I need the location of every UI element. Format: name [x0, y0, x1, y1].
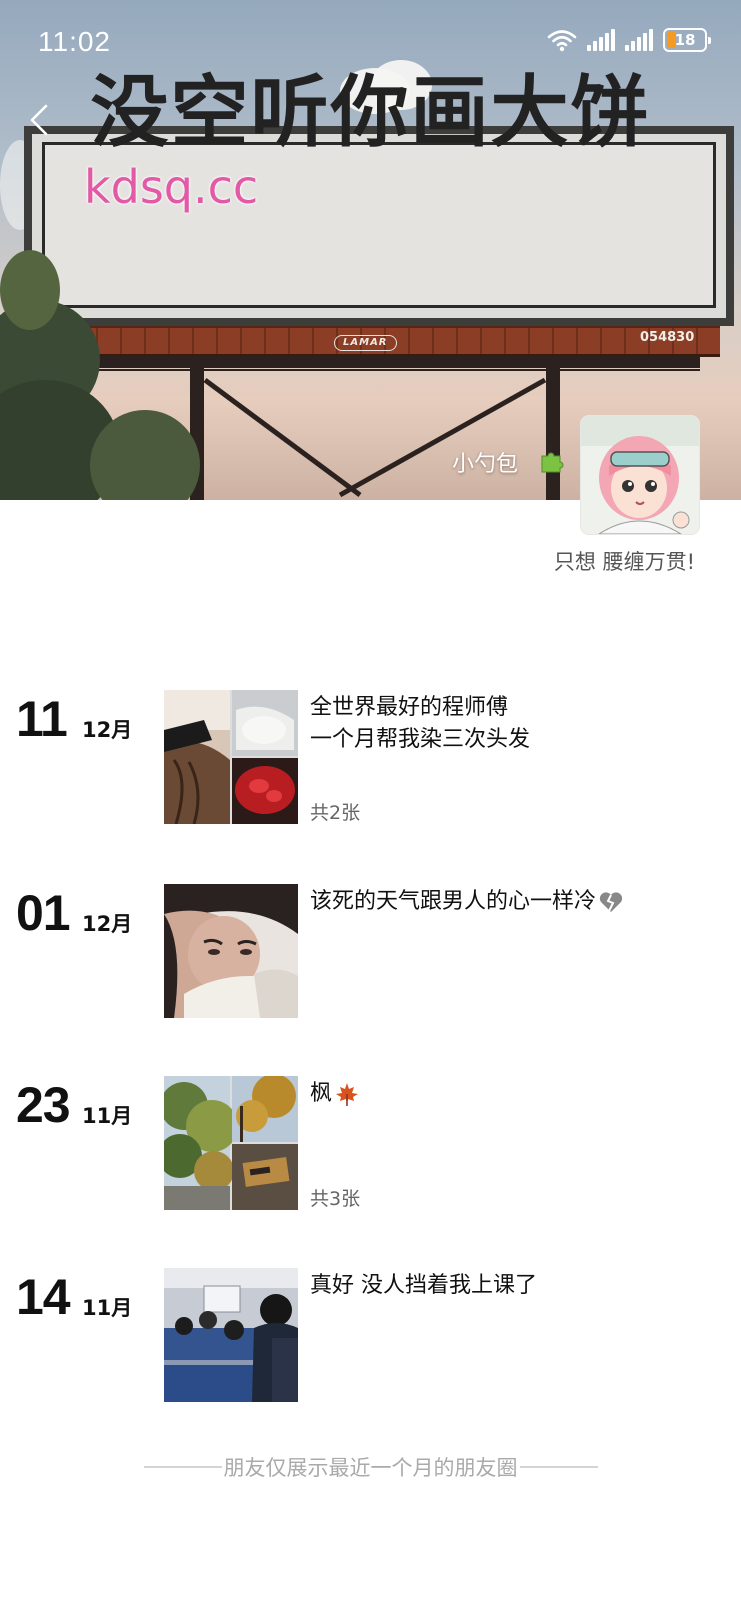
watermark: kdsq.cc	[84, 160, 259, 214]
battery-icon: 18	[663, 28, 711, 52]
status-bar: 11:02 18	[0, 0, 741, 84]
post-day: 14	[16, 1269, 71, 1325]
wifi-icon	[547, 30, 577, 52]
post-text: 枫	[310, 1078, 710, 1110]
profile-nickname: 小勺包	[452, 452, 519, 477]
profile-signature: 只想 腰缠万贯!	[553, 550, 695, 574]
post-day: 01	[16, 885, 71, 941]
status-time: 11:02	[38, 26, 111, 57]
divider	[143, 1466, 222, 1468]
status-icons: 18	[547, 28, 711, 52]
feed-footer-notice: 朋友仅展示最近一个月的朋友圈	[223, 1456, 518, 1480]
photo-collage	[164, 1076, 298, 1210]
post-day: 11	[16, 691, 68, 747]
post-text-content: 枫	[310, 1081, 333, 1106]
signal-icon	[587, 29, 615, 51]
puzzle-icon	[541, 452, 564, 473]
post-thumbnail[interactable]	[164, 1076, 298, 1210]
maple-leaf-icon	[336, 1083, 359, 1106]
broken-heart-icon	[599, 892, 623, 912]
post-text: 全世界最好的程师傅 一个月帮我染三次头发	[310, 695, 531, 752]
post-day: 23	[16, 1077, 71, 1133]
billboard-brand: LAMAR	[334, 335, 397, 351]
post-month: 12月	[82, 718, 133, 742]
post-thumbnail[interactable]	[164, 884, 298, 1018]
post-photo-count: 共2张	[310, 802, 361, 824]
billboard-serial: 054830	[640, 330, 695, 345]
signal-icon	[625, 29, 653, 51]
battery-level: 18	[674, 31, 696, 49]
post-month: 11月	[82, 1296, 133, 1320]
feed-footer: 朋友仅展示最近一个月的朋友圈	[0, 1452, 741, 1482]
tree	[0, 250, 60, 330]
avatar[interactable]	[581, 416, 699, 534]
photo-collage	[164, 690, 298, 824]
post-text: 该死的天气跟男人的心一样冷	[310, 886, 710, 918]
post-thumbnail[interactable]	[164, 1268, 298, 1402]
post-text: 真好 没人挡着我上课了	[310, 1273, 537, 1298]
post-photo-count: 共3张	[310, 1188, 361, 1210]
back-arrow-icon[interactable]	[22, 102, 58, 138]
avatar-illustration	[581, 416, 699, 534]
post-month: 11月	[82, 1104, 133, 1128]
divider	[519, 1466, 598, 1468]
post-text-content: 该死的天气跟男人的心一样冷	[310, 889, 597, 914]
classroom-photo	[164, 1268, 298, 1402]
post-month: 12月	[82, 912, 133, 936]
selfie-photo	[164, 884, 298, 1018]
post-thumbnail[interactable]	[164, 690, 298, 824]
